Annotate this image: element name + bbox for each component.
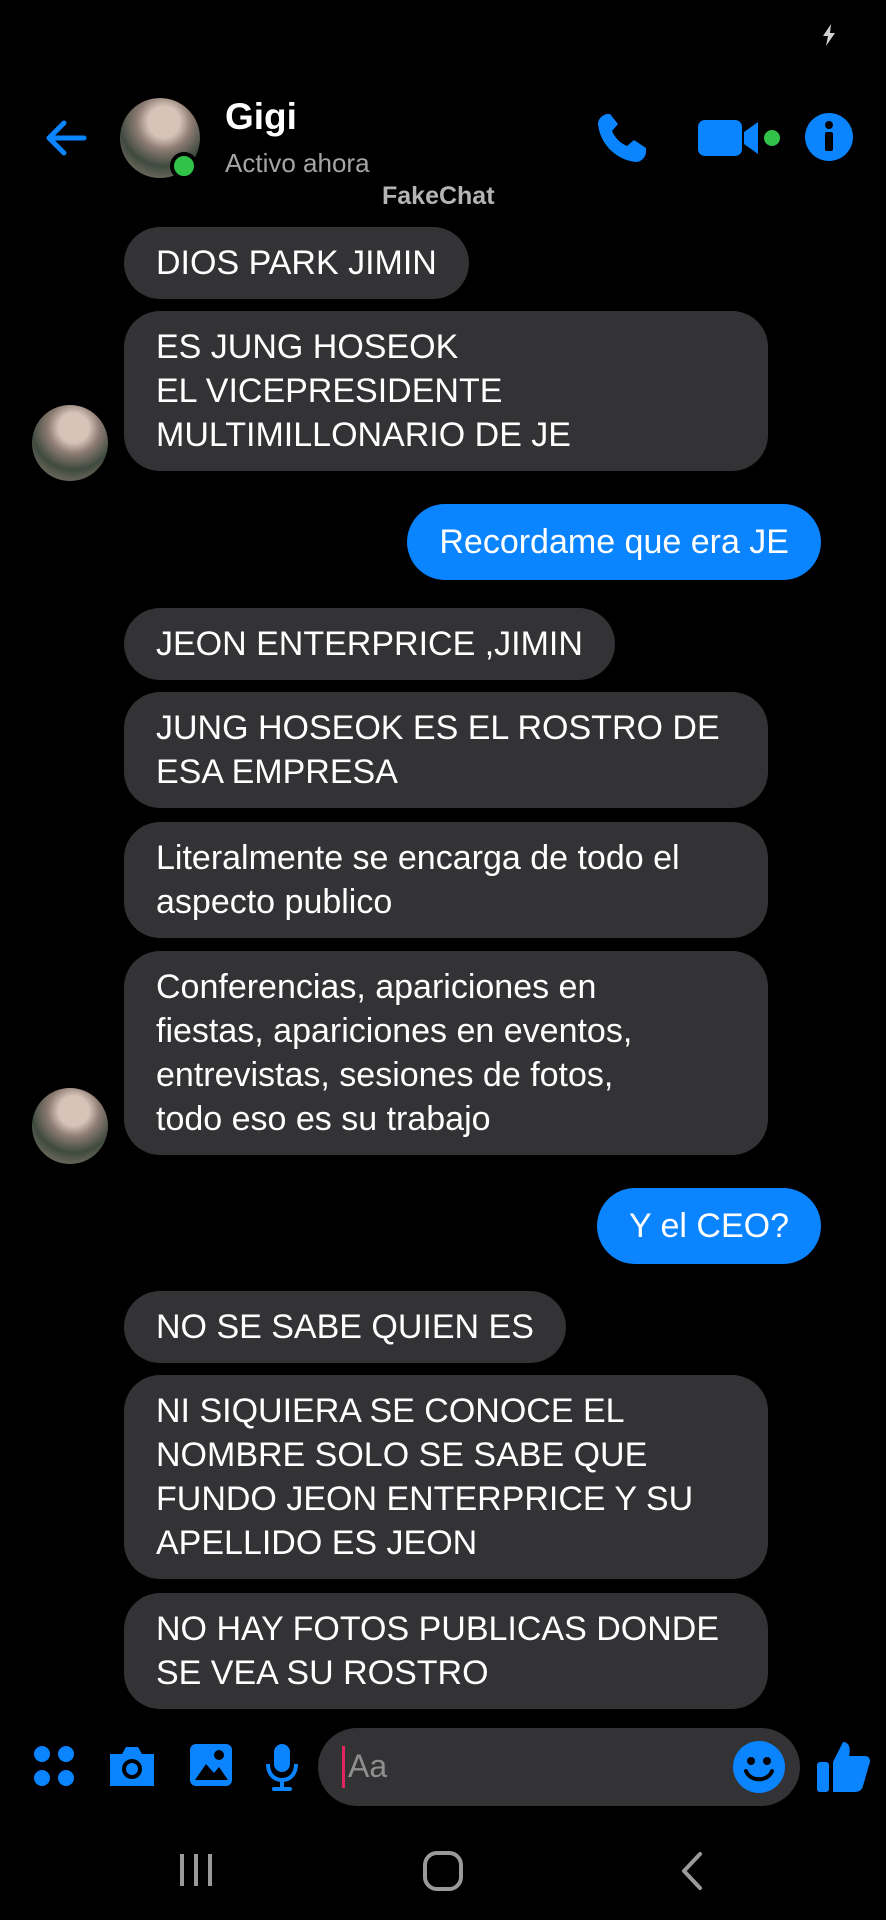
microphone-icon[interactable] [264, 1742, 300, 1792]
incoming-message[interactable]: NO SE SABE QUIEN ES [124, 1291, 566, 1363]
incoming-message[interactable]: NO HAY FOTOS PUBLICAS DONDE SE VEA SU RO… [124, 1593, 768, 1709]
home-icon[interactable] [422, 1850, 464, 1892]
incoming-message[interactable]: ES JUNG HOSEOK EL VICEPRESIDENTE MULTIMI… [124, 311, 768, 471]
video-camera-icon[interactable] [696, 116, 782, 160]
text-caret [342, 1746, 345, 1788]
message-composer: Aa [0, 1728, 886, 1808]
incoming-message[interactable]: NI SIQUIERA SE CONOCE EL NOMBRE SOLO SE … [124, 1375, 768, 1579]
outgoing-message[interactable]: Y el CEO? [596, 1188, 821, 1264]
message-list[interactable]: DIOS PARK JIMIN ES JUNG HOSEOK EL VICEPR… [0, 225, 886, 1725]
incoming-message[interactable]: Conferencias, apariciones en fiestas, ap… [124, 951, 768, 1155]
camera-icon[interactable] [106, 1742, 158, 1790]
watermark: FakeChat [382, 182, 495, 210]
message-input-placeholder: Aa [348, 1748, 388, 1784]
online-indicator [170, 152, 198, 180]
charging-icon [823, 24, 835, 46]
incoming-message[interactable]: DIOS PARK JIMIN [124, 227, 469, 299]
apps-grid-icon[interactable] [30, 1742, 78, 1790]
contact-avatar-small [32, 1088, 108, 1164]
incoming-message[interactable]: JEON ENTERPRICE ,JIMIN [124, 608, 615, 680]
contact-avatar-small [32, 405, 108, 481]
back-nav-icon[interactable] [676, 1850, 708, 1892]
conversation-header: Gigi Activo ahora FakeChat [0, 90, 886, 210]
contact-name[interactable]: Gigi [225, 96, 297, 138]
incoming-message[interactable]: Literalmente se encarga de todo el aspec… [124, 822, 768, 938]
smiley-icon[interactable] [732, 1740, 786, 1794]
recent-apps-icon[interactable] [176, 1850, 216, 1890]
image-icon[interactable] [188, 1742, 234, 1788]
thumbs-up-icon[interactable] [815, 1738, 871, 1794]
info-icon[interactable] [804, 112, 854, 162]
incoming-message[interactable]: JUNG HOSEOK ES EL ROSTRO DE ESA EMPRESA [124, 692, 768, 808]
contact-status: Activo ahora [225, 148, 370, 178]
outgoing-message[interactable]: Recordame que era JE [407, 504, 821, 580]
status-bar [0, 0, 886, 70]
system-navigation-bar [0, 1830, 886, 1920]
back-button[interactable] [40, 112, 92, 164]
phone-icon[interactable] [594, 110, 648, 166]
message-input[interactable]: Aa [318, 1728, 800, 1806]
